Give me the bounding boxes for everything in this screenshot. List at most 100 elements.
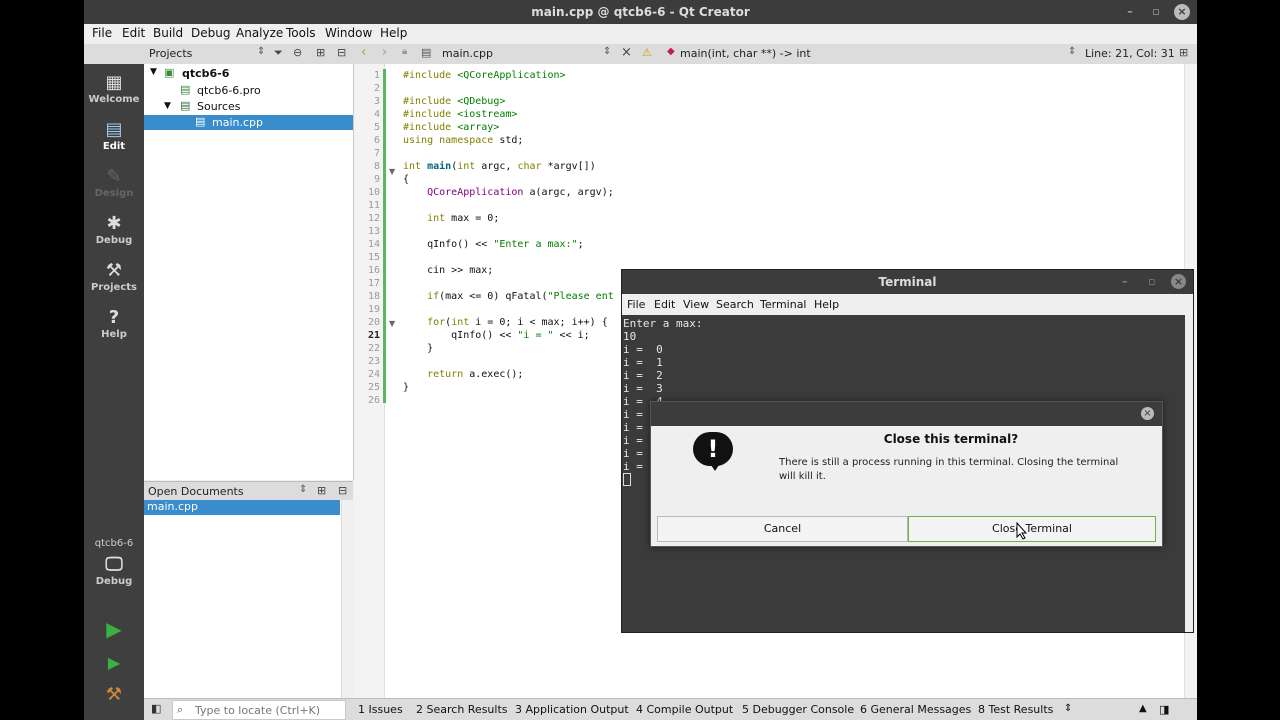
line-number: 16: [367, 265, 380, 276]
expand-root-icon[interactable]: ▼: [150, 67, 157, 77]
split-icon[interactable]: ⊞: [316, 46, 325, 59]
terminal-minimize-icon[interactable]: –: [1122, 270, 1128, 294]
mode-help[interactable]: ? Help: [84, 307, 144, 340]
menu-build[interactable]: Build: [153, 26, 183, 40]
term-menu-file[interactable]: File: [627, 298, 645, 311]
open-docs-split-icon[interactable]: ⊞: [317, 484, 326, 497]
menu-tools[interactable]: Tools: [286, 26, 316, 40]
terminal-maximize-icon[interactable]: ▫: [1148, 270, 1155, 294]
change-marker: [383, 69, 386, 403]
split-editor-icon[interactable]: ⊞: [1179, 46, 1188, 59]
toggle-sidebar-icon[interactable]: ◧: [151, 702, 161, 715]
show-output-icon[interactable]: ▲: [1139, 703, 1147, 714]
term-menu-help[interactable]: Help: [814, 298, 839, 311]
pencil-icon: ✎: [106, 166, 122, 187]
terminal-line: 10: [623, 330, 637, 343]
terminal-line: i = 0: [623, 343, 663, 356]
mode-label: Projects: [90, 282, 137, 293]
filter-icon[interactable]: ⏷: [274, 46, 283, 60]
pane-search-results[interactable]: 2 Search Results: [416, 703, 508, 716]
mode-label: Welcome: [88, 94, 140, 105]
line-number: 14: [367, 239, 380, 250]
line-number: 9: [373, 174, 380, 185]
close-terminal-button[interactable]: Close Terminal: [908, 516, 1156, 542]
forward-icon[interactable]: ›: [382, 45, 387, 60]
open-docs-selector-icon[interactable]: ⇕: [299, 484, 307, 495]
target-selector[interactable]: 🖵︎ Debug: [84, 554, 144, 587]
menu-bar: File Edit Build Debug Analyze Tools Wind…: [84, 24, 1197, 44]
menu-analyze[interactable]: Analyze: [236, 26, 283, 40]
code-line: if(max <= 0) qFatal("Please ent: [427, 291, 614, 302]
term-menu-edit[interactable]: Edit: [654, 298, 675, 311]
menu-edit[interactable]: Edit: [122, 26, 145, 40]
term-menu-terminal[interactable]: Terminal: [760, 298, 807, 311]
menu-file[interactable]: File: [92, 26, 112, 40]
pane-debugger-console[interactable]: 5 Debugger Console: [742, 703, 854, 716]
dialog-close-icon[interactable]: ×: [1141, 407, 1154, 420]
cancel-button[interactable]: Cancel: [657, 516, 908, 542]
pane-issues[interactable]: 1 Issues: [358, 703, 403, 716]
line-number: 20: [367, 317, 380, 328]
build-button[interactable]: ⚒: [84, 684, 144, 706]
mode-edit[interactable]: ▤ Edit: [84, 119, 144, 152]
debug-run-button[interactable]: ▶: [84, 652, 144, 674]
tree-main-cpp[interactable]: ▤ main.cpp: [144, 115, 353, 130]
open-docs-scrollbar[interactable]: [341, 500, 354, 698]
tree-project-root[interactable]: qtcb6-6: [182, 67, 229, 80]
menu-window[interactable]: Window: [325, 26, 372, 40]
run-button[interactable]: ▶: [84, 618, 144, 640]
target-project: qtcb6-6: [94, 538, 134, 549]
link-icon[interactable]: ⊖: [293, 46, 302, 59]
document-icon: ▤: [105, 119, 123, 140]
function-icon: ◆: [667, 46, 675, 57]
function-signature[interactable]: main(int, char **) -> int: [680, 47, 811, 60]
tree-sources[interactable]: Sources: [197, 100, 241, 113]
pane-application-output[interactable]: 3 Application Output: [515, 703, 629, 716]
help-icon: ?: [108, 307, 120, 328]
expand-sources-icon[interactable]: ▼: [164, 101, 171, 111]
close-panel-icon[interactable]: ⊟: [337, 46, 346, 59]
terminal-close-icon[interactable]: ×: [1171, 274, 1186, 289]
term-menu-view[interactable]: View: [683, 298, 709, 311]
tree-pro-file[interactable]: qtcb6-6.pro: [197, 84, 261, 97]
fold-icon[interactable]: ▼: [389, 167, 395, 176]
code-line: #include <QCoreApplication>: [403, 70, 566, 81]
tree-main-cpp-label: main.cpp: [212, 116, 263, 129]
close-document-icon[interactable]: ×: [621, 45, 632, 60]
term-menu-search[interactable]: Search: [716, 298, 754, 311]
close-icon[interactable]: ×: [1174, 4, 1190, 20]
fold-icon[interactable]: ▼: [389, 319, 395, 328]
menu-help[interactable]: Help: [380, 26, 407, 40]
toggle-right-sidebar-icon[interactable]: ◨: [1159, 703, 1169, 716]
pane-compile-output[interactable]: 4 Compile Output: [636, 703, 733, 716]
mode-label: Debug: [95, 235, 133, 246]
open-docs-close-icon[interactable]: ⊟: [338, 484, 347, 497]
line-number: 6: [373, 135, 380, 146]
open-documents-header: Open Documents ⇕ ⊞ ⊟: [144, 481, 353, 501]
file-selector-icon[interactable]: ⇕: [603, 46, 611, 57]
open-doc-item[interactable]: main.cpp: [144, 500, 340, 515]
line-number: 18: [367, 291, 380, 302]
function-selector-icon[interactable]: ⇕: [1068, 46, 1076, 57]
mode-projects[interactable]: ⚒ Projects: [84, 260, 144, 293]
menu-debug[interactable]: Debug: [191, 26, 230, 40]
code-line: #include <QDebug>: [403, 96, 506, 107]
minimize-icon[interactable]: –: [1122, 4, 1138, 20]
terminal-scrollbar[interactable]: [1185, 315, 1193, 632]
panel-selector-icon[interactable]: ⇕: [257, 46, 265, 57]
mode-label: Design: [94, 188, 134, 199]
code-line: int main(int argc, char *argv[]): [403, 161, 596, 172]
cursor-position[interactable]: Line: 21, Col: 31: [1085, 47, 1175, 60]
maximize-icon[interactable]: ▫: [1148, 4, 1164, 20]
locate-placeholder: Type to locate (Ctrl+K): [195, 704, 321, 717]
mode-label: Help: [101, 329, 127, 340]
open-file-name[interactable]: main.cpp: [442, 47, 493, 60]
pane-selector-icon[interactable]: ⇕: [1064, 703, 1072, 714]
back-icon[interactable]: ‹: [361, 45, 366, 60]
mode-welcome[interactable]: ▦ Welcome: [84, 72, 144, 105]
pane-general-messages[interactable]: 6 General Messages: [860, 703, 971, 716]
pane-test-results[interactable]: 8 Test Results: [978, 703, 1053, 716]
locate-input[interactable]: ⌕ Type to locate (Ctrl+K): [172, 700, 346, 720]
mode-design[interactable]: ✎ Design: [84, 166, 144, 199]
mode-debug[interactable]: ✱ Debug: [84, 213, 144, 246]
